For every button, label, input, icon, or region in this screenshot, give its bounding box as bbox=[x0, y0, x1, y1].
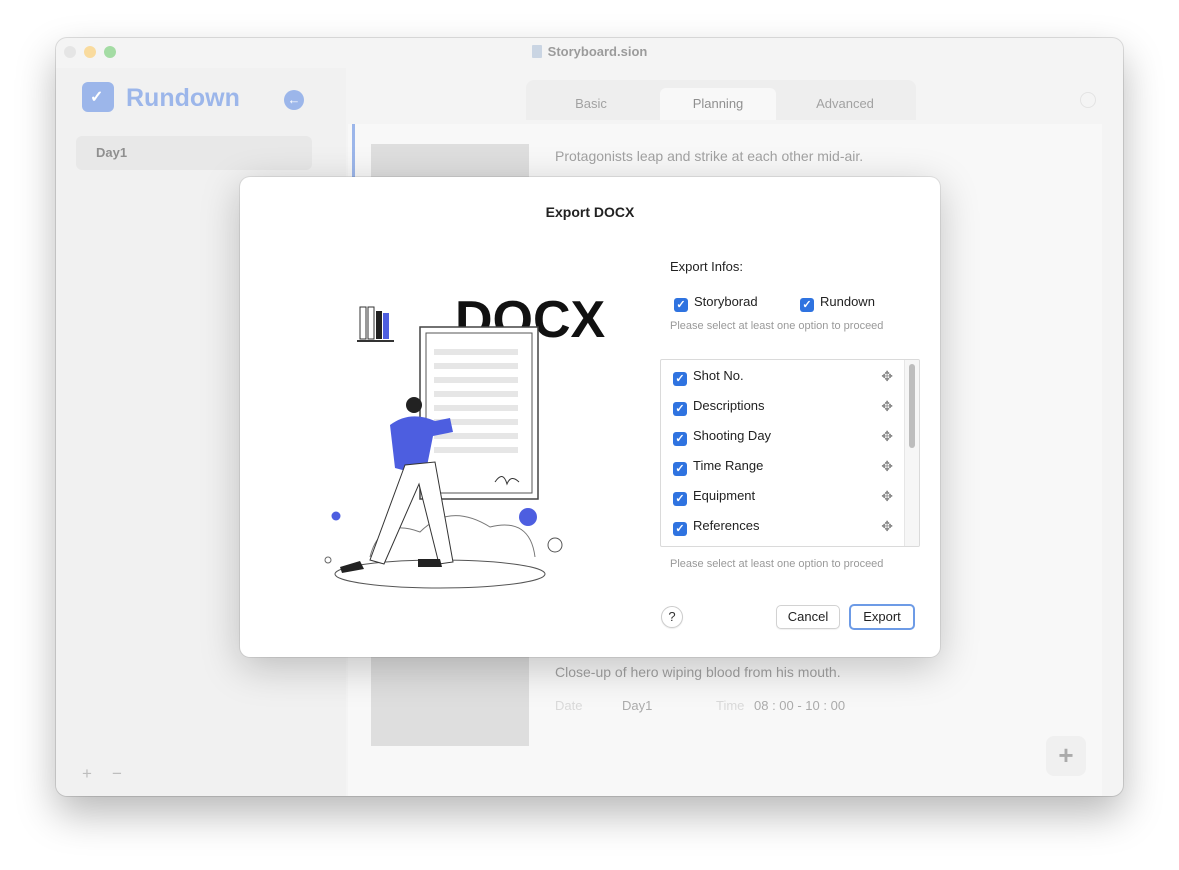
field-label: Shooting Day bbox=[693, 428, 772, 443]
hint-top: Please select at least one option to pro… bbox=[670, 320, 884, 332]
checkbox-checked-icon[interactable]: ✓ bbox=[673, 492, 687, 506]
person-head bbox=[406, 397, 422, 413]
field-row-references[interactable]: ✓ References ✥ bbox=[673, 518, 893, 538]
storyboard-option-label: Storyborad bbox=[694, 294, 758, 309]
scrollbar-thumb[interactable] bbox=[909, 364, 915, 448]
checkbox-checked-icon[interactable]: ✓ bbox=[674, 298, 688, 312]
document-illustration: DOCX bbox=[324, 291, 606, 589]
cancel-button[interactable]: Cancel bbox=[776, 605, 840, 629]
export-docx-dialog: Export DOCX DOCX Export Infos: ✓ Storybor… bbox=[240, 177, 940, 657]
storyboard-option[interactable]: ✓ Storyborad bbox=[674, 294, 758, 312]
flower-icon bbox=[519, 508, 537, 526]
dialog-title: Export DOCX bbox=[545, 204, 635, 220]
field-row-equipment[interactable]: ✓ Equipment ✥ bbox=[673, 488, 893, 508]
export-button[interactable]: Export bbox=[849, 604, 915, 630]
field-label: Shot No. bbox=[693, 368, 744, 383]
field-label: Equipment bbox=[693, 488, 756, 503]
field-row-time-range[interactable]: ✓ Time Range ✥ bbox=[673, 458, 893, 478]
rundown-option[interactable]: ✓ Rundown bbox=[800, 294, 875, 312]
field-label: References bbox=[693, 518, 760, 533]
export-infos-label: Export Infos: bbox=[670, 259, 743, 274]
checkbox-checked-icon[interactable]: ✓ bbox=[673, 372, 687, 386]
field-row-shot-no[interactable]: ✓ Shot No. ✥ bbox=[673, 368, 893, 388]
hint-bottom: Please select at least one option to pro… bbox=[670, 558, 884, 570]
drag-handle-icon[interactable]: ✥ bbox=[881, 458, 893, 475]
field-label: Time Range bbox=[693, 458, 764, 473]
checkbox-checked-icon[interactable]: ✓ bbox=[673, 522, 687, 536]
field-row-descriptions[interactable]: ✓ Descriptions ✥ bbox=[673, 398, 893, 418]
field-list: ✓ Shot No. ✥ ✓ Descriptions ✥ ✓ Shooting Day ✥… bbox=[660, 359, 920, 547]
rundown-option-label: Rundown bbox=[820, 294, 875, 309]
drag-handle-icon[interactable]: ✥ bbox=[881, 398, 893, 415]
checkbox-checked-icon[interactable]: ✓ bbox=[673, 462, 687, 476]
drag-handle-icon[interactable]: ✥ bbox=[881, 368, 893, 385]
field-label: Descriptions bbox=[693, 398, 765, 413]
scrollbar[interactable] bbox=[904, 360, 919, 546]
field-row-shooting-day[interactable]: ✓ Shooting Day ✥ bbox=[673, 428, 893, 448]
checkbox-checked-icon[interactable]: ✓ bbox=[800, 298, 814, 312]
drag-handle-icon[interactable]: ✥ bbox=[881, 518, 893, 535]
checkbox-checked-icon[interactable]: ✓ bbox=[673, 402, 687, 416]
drag-handle-icon[interactable]: ✥ bbox=[881, 488, 893, 505]
checkbox-checked-icon[interactable]: ✓ bbox=[673, 432, 687, 446]
drag-handle-icon[interactable]: ✥ bbox=[881, 428, 893, 445]
help-button[interactable]: ? bbox=[661, 606, 683, 628]
